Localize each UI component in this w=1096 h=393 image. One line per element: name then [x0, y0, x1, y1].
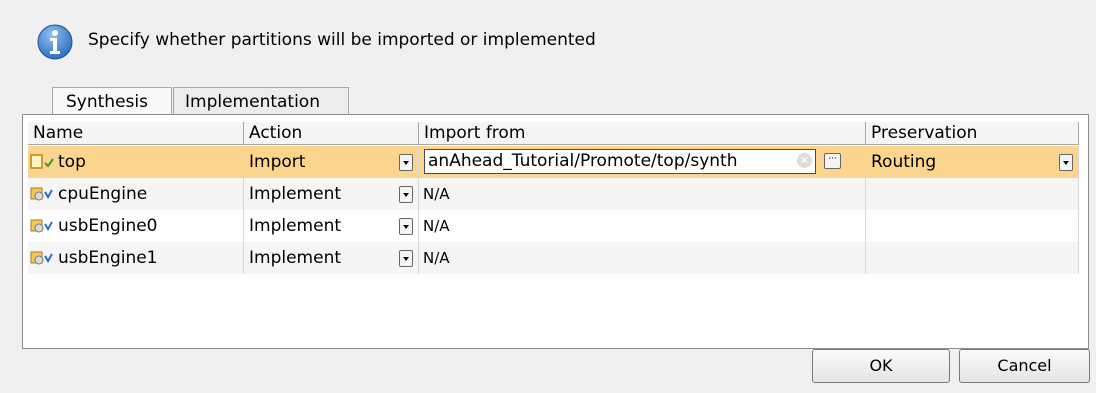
preservation-cell[interactable] [866, 242, 1079, 274]
action-cell[interactable]: Implement [244, 178, 419, 210]
partition-name: cpuEngine [58, 184, 148, 204]
action-value: Implement [249, 184, 342, 204]
column-header-name[interactable]: Name [28, 122, 244, 145]
preservation-cell[interactable] [866, 178, 1079, 210]
action-dropdown-button[interactable] [399, 218, 413, 235]
partition-name-cell: top [28, 146, 244, 178]
action-dropdown-button[interactable] [399, 250, 413, 267]
partitions-dialog: Specify whether partitions will be impor… [0, 0, 1096, 393]
preservation-value: Routing [871, 152, 937, 172]
action-value: Implement [249, 248, 342, 268]
partition-top-icon [30, 154, 54, 169]
partitions-table: Name Action Import from Preservation top… [22, 114, 1089, 349]
tab-implementation[interactable]: Implementation [173, 87, 349, 115]
clear-icon[interactable]: ✕ [797, 153, 812, 168]
dialog-message: Specify whether partitions will be impor… [88, 30, 596, 50]
preservation-dropdown-button[interactable] [1059, 154, 1073, 171]
column-header-preservation[interactable]: Preservation [866, 122, 1079, 145]
column-header-action[interactable]: Action [244, 122, 419, 145]
action-value: Implement [249, 216, 342, 236]
partition-name-cell: usbEngine1 [28, 242, 244, 274]
import-from-cell: N/A [419, 210, 866, 242]
partition-name-cell: cpuEngine [28, 178, 244, 210]
preservation-cell[interactable] [866, 210, 1079, 242]
cancel-button[interactable]: Cancel [959, 349, 1090, 383]
action-cell[interactable]: Implement [244, 242, 419, 274]
ok-button[interactable]: OK [812, 349, 950, 383]
preservation-cell[interactable]: Routing [866, 146, 1079, 178]
action-value: Import [249, 152, 306, 172]
import-from-cell: N/A [419, 242, 866, 274]
browse-button[interactable]: ··· [824, 153, 841, 169]
action-dropdown-button[interactable] [399, 154, 413, 171]
module-icon [30, 251, 53, 265]
partition-name: usbEngine1 [58, 248, 158, 268]
action-dropdown-button[interactable] [399, 186, 413, 203]
import-path-input[interactable]: anAhead_Tutorial/Promote/top/synth [424, 149, 816, 174]
import-from-cell: anAhead_Tutorial/Promote/top/synth ✕ ··· [419, 146, 866, 178]
column-header-import-from[interactable]: Import from [419, 122, 866, 145]
action-cell[interactable]: Implement [244, 210, 419, 242]
partition-name: usbEngine0 [58, 216, 158, 236]
module-icon [30, 219, 53, 233]
import-from-cell: N/A [419, 178, 866, 210]
action-cell[interactable]: Import [244, 146, 419, 178]
info-icon [37, 24, 73, 60]
tab-synthesis[interactable]: Synthesis [35, 87, 172, 116]
partition-name-cell: usbEngine0 [28, 210, 244, 242]
module-icon [30, 187, 53, 201]
partition-name: top [58, 152, 86, 172]
